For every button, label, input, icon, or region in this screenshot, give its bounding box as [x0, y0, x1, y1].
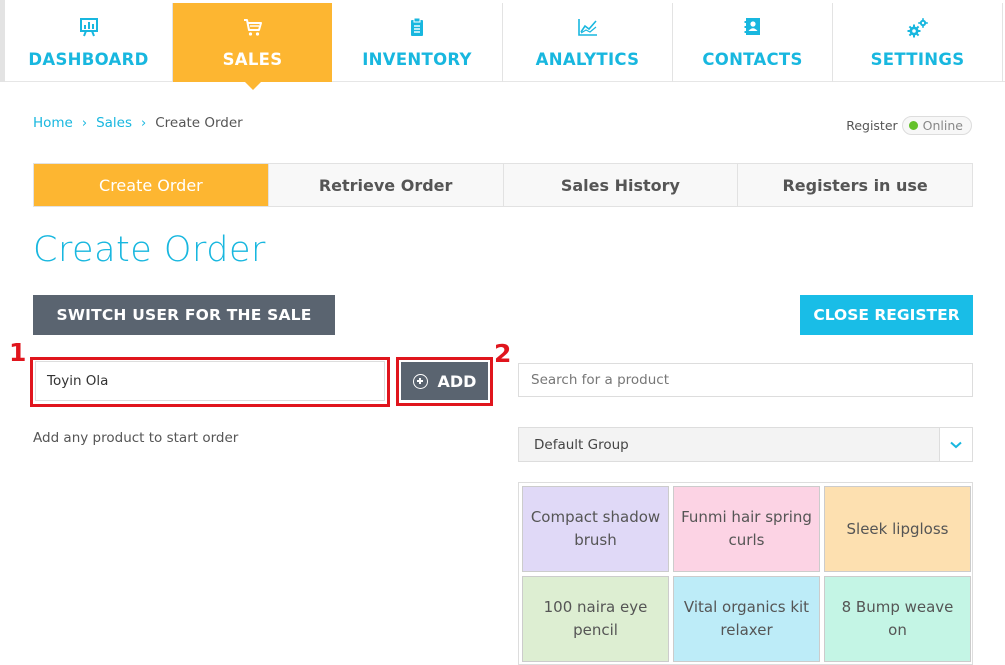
cart-icon: [173, 17, 332, 37]
nav-label: DASHBOARD: [28, 50, 149, 69]
status-text: Online: [922, 118, 963, 133]
line-chart-icon: [503, 17, 672, 37]
breadcrumb-current: Create Order: [155, 115, 243, 131]
nav-label: ANALYTICS: [535, 50, 640, 69]
group-selected-value: Default Group: [534, 436, 629, 453]
active-indicator-arrow: [244, 82, 261, 90]
product-grid: Compact shadow brush Funmi hair spring c…: [518, 482, 973, 665]
product-group-select[interactable]: Default Group: [518, 427, 973, 462]
product-tile[interactable]: Vital organics kit relaxer: [673, 576, 820, 662]
nav-item-dashboard[interactable]: DASHBOARD: [5, 3, 173, 82]
online-dot-icon: [908, 121, 918, 130]
highlight-box-2: [396, 357, 493, 406]
breadcrumb-home-link[interactable]: Home: [33, 115, 73, 131]
switch-user-button[interactable]: SWITCH USER FOR THE SALE: [33, 295, 335, 335]
highlight-box-1: [30, 357, 390, 407]
product-tile[interactable]: Sleek lipgloss: [824, 486, 971, 572]
nav-item-inventory[interactable]: INVENTORY: [332, 3, 503, 82]
product-tile[interactable]: Funmi hair spring curls: [673, 486, 820, 572]
empty-order-hint: Add any product to start order: [33, 430, 239, 446]
order-tabs: Create Order Retrieve Order Sales Histor…: [33, 163, 973, 207]
product-tile[interactable]: 100 naira eye pencil: [522, 576, 669, 662]
page-title: Create Order: [33, 230, 266, 270]
annotation-number-2: 2: [494, 339, 512, 368]
status-badge: Online: [901, 116, 972, 135]
nav-label: CONTACTS: [702, 50, 803, 69]
nav-label: SETTINGS: [870, 50, 965, 69]
chevron-down-icon[interactable]: [939, 428, 972, 461]
product-tile[interactable]: 8 Bump weave on: [824, 576, 971, 662]
nav-item-analytics[interactable]: ANALYTICS: [503, 3, 673, 82]
nav-label: INVENTORY: [362, 50, 472, 69]
product-tile[interactable]: Compact shadow brush: [522, 486, 669, 572]
chevron-right-icon: ›: [141, 115, 147, 131]
nav-item-contacts[interactable]: CONTACTS: [673, 3, 833, 82]
nav-label: SALES: [222, 50, 283, 69]
dashboard-chart-icon: [5, 17, 172, 37]
tab-create-order[interactable]: Create Order: [34, 164, 269, 206]
breadcrumb: Home › Sales › Create Order: [33, 115, 243, 131]
gears-icon: [833, 17, 1002, 38]
tab-sales-history[interactable]: Sales History: [504, 164, 739, 206]
top-navigation: DASHBOARD SALES INVENTORY ANALYTICS CONT…: [0, 0, 1005, 90]
nav-item-settings[interactable]: SETTINGS: [833, 3, 1003, 82]
contacts-book-icon: [673, 17, 832, 37]
nav-item-sales[interactable]: SALES: [173, 3, 332, 90]
annotation-number-1: 1: [9, 338, 27, 367]
tab-registers-in-use[interactable]: Registers in use: [738, 164, 972, 206]
breadcrumb-sales-link[interactable]: Sales: [96, 115, 132, 131]
register-label: Register: [846, 118, 898, 133]
tab-retrieve-order[interactable]: Retrieve Order: [269, 164, 504, 206]
register-status: Register Online: [846, 116, 972, 135]
chevron-right-icon: ›: [81, 115, 88, 131]
close-register-button[interactable]: CLOSE REGISTER: [800, 295, 973, 335]
product-search-input[interactable]: Search for a product: [518, 363, 973, 397]
clipboard-icon: [332, 17, 502, 37]
